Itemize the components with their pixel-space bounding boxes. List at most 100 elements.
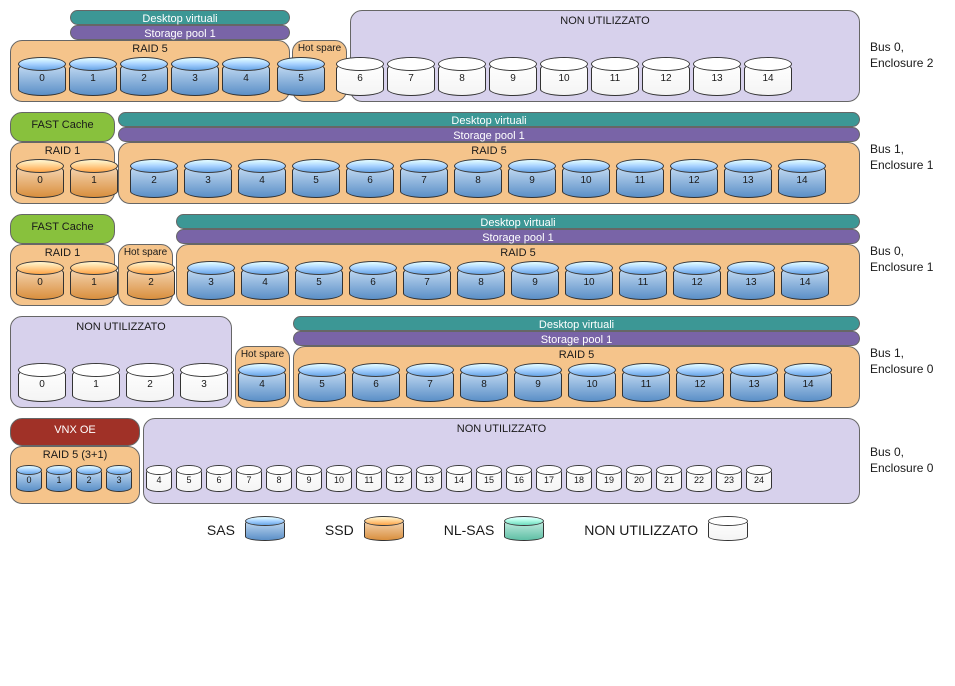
disk-3: 3 <box>106 468 132 492</box>
disk-2: 2 <box>126 368 174 402</box>
disk-14: 14 <box>781 266 829 300</box>
disk-9: 9 <box>511 266 559 300</box>
disk-14: 14 <box>784 368 832 402</box>
disk-3: 3 <box>171 62 219 96</box>
disk-10: 10 <box>565 266 613 300</box>
disk-13: 13 <box>693 62 741 96</box>
disk-4: 4 <box>146 468 172 492</box>
disk-14: 14 <box>744 62 792 96</box>
disk-12: 12 <box>670 164 718 198</box>
tier-desktop: Desktop virtuali <box>293 316 860 331</box>
disk-20: 20 <box>626 468 652 492</box>
disk-13: 13 <box>724 164 772 198</box>
disk-1: 1 <box>70 266 118 300</box>
disk-11: 11 <box>356 468 382 492</box>
vnxoe-group: VNX OE <box>10 418 140 446</box>
disk-8: 8 <box>454 164 502 198</box>
disk-10: 10 <box>568 368 616 402</box>
disk-14: 14 <box>778 164 826 198</box>
disk-11: 11 <box>616 164 664 198</box>
disk-5: 5 <box>298 368 346 402</box>
legend: SAS SSD NL-SAS NON UTILIZZATO <box>10 519 945 541</box>
disk-7: 7 <box>387 62 435 96</box>
disk-22: 22 <box>686 468 712 492</box>
disk-1: 1 <box>46 468 72 492</box>
enclosure-label: Bus 1,Enclosure 0 <box>860 346 933 377</box>
tier-pool: Storage pool 1 <box>176 229 860 244</box>
enclosure-label: Bus 1,Enclosure 1 <box>860 142 933 173</box>
disk-13: 13 <box>727 266 775 300</box>
disk-3: 3 <box>180 368 228 402</box>
legend-nlsas: NL-SAS <box>444 519 545 541</box>
disk-7: 7 <box>403 266 451 300</box>
disk-5: 5 <box>295 266 343 300</box>
enclosure-label: Bus 0,Enclosure 2 <box>860 40 933 71</box>
disk-row: 0 1 2 3 4 5 6 7 8 9 10 11 12 13 14 <box>16 164 826 198</box>
disk-4: 4 <box>241 266 289 300</box>
disk-6: 6 <box>346 164 394 198</box>
disk-6: 6 <box>206 468 232 492</box>
disk-13: 13 <box>416 468 442 492</box>
disk-5: 5 <box>292 164 340 198</box>
disk-18: 18 <box>566 468 592 492</box>
disk-4: 4 <box>238 164 286 198</box>
disk-5: 5 <box>277 62 325 96</box>
disk-6: 6 <box>336 62 384 96</box>
fastcache-group: FAST Cache <box>10 112 115 142</box>
disk-7: 7 <box>236 468 262 492</box>
enclosure-b0e0: VNX OE RAID 5 (3+1) NON UTILIZZATO 0 1 2… <box>10 418 945 504</box>
disk-3: 3 <box>184 164 232 198</box>
ssd-disk-icon <box>364 519 404 541</box>
disk-8: 8 <box>460 368 508 402</box>
disk-10: 10 <box>540 62 588 96</box>
disk-0: 0 <box>18 62 66 96</box>
disk-17: 17 <box>536 468 562 492</box>
disk-14: 14 <box>446 468 472 492</box>
disk-24: 24 <box>746 468 772 492</box>
disk-1: 1 <box>72 368 120 402</box>
enclosure-label: Bus 0,Enclosure 0 <box>860 445 933 476</box>
disk-12: 12 <box>642 62 690 96</box>
disk-12: 12 <box>676 368 724 402</box>
disk-1: 1 <box>69 62 117 96</box>
disk-8: 8 <box>457 266 505 300</box>
disk-row: 0 1 2 3 4 5 6 7 8 9 10 11 12 13 14 <box>16 266 829 300</box>
legend-nlsas-label: NL-SAS <box>444 522 495 538</box>
tier-pool: Storage pool 1 <box>118 127 860 142</box>
fastcache-group: FAST Cache <box>10 214 115 244</box>
disk-0: 0 <box>16 164 64 198</box>
disk-4: 4 <box>238 368 286 402</box>
enclosure-b1e1: FAST Cache RAID 1 Desktop virtuali Stora… <box>10 112 945 204</box>
disk-row: 0 1 2 3 4 5 6 7 8 9 10 11 12 13 14 15 16… <box>16 468 772 492</box>
legend-ssd-label: SSD <box>325 522 354 538</box>
sas-disk-icon <box>245 519 285 541</box>
disk-9: 9 <box>508 164 556 198</box>
disk-11: 11 <box>619 266 667 300</box>
disk-1: 1 <box>70 164 118 198</box>
disk-11: 11 <box>591 62 639 96</box>
tier-pool: Storage pool 1 <box>293 331 860 346</box>
disk-row: 0 1 2 3 4 5 6 7 8 9 10 11 12 13 14 <box>18 368 832 402</box>
enclosure-b1e0: NON UTILIZZATO Hot spare Desktop virtual… <box>10 316 945 408</box>
disk-11: 11 <box>622 368 670 402</box>
disk-9: 9 <box>296 468 322 492</box>
disk-7: 7 <box>406 368 454 402</box>
disk-7: 7 <box>400 164 448 198</box>
disk-2: 2 <box>130 164 178 198</box>
disk-12: 12 <box>673 266 721 300</box>
unused-disk-icon <box>708 519 748 541</box>
nlsas-disk-icon <box>504 519 544 541</box>
disk-2: 2 <box>127 266 175 300</box>
disk-2: 2 <box>76 468 102 492</box>
disk-12: 12 <box>386 468 412 492</box>
disk-15: 15 <box>476 468 502 492</box>
disk-8: 8 <box>266 468 292 492</box>
disk-0: 0 <box>16 266 64 300</box>
disk-0: 0 <box>18 368 66 402</box>
disk-3: 3 <box>187 266 235 300</box>
disk-13: 13 <box>730 368 778 402</box>
disk-9: 9 <box>489 62 537 96</box>
disk-2: 2 <box>120 62 168 96</box>
enclosure-label: Bus 0,Enclosure 1 <box>860 244 933 275</box>
legend-sas-label: SAS <box>207 522 235 538</box>
